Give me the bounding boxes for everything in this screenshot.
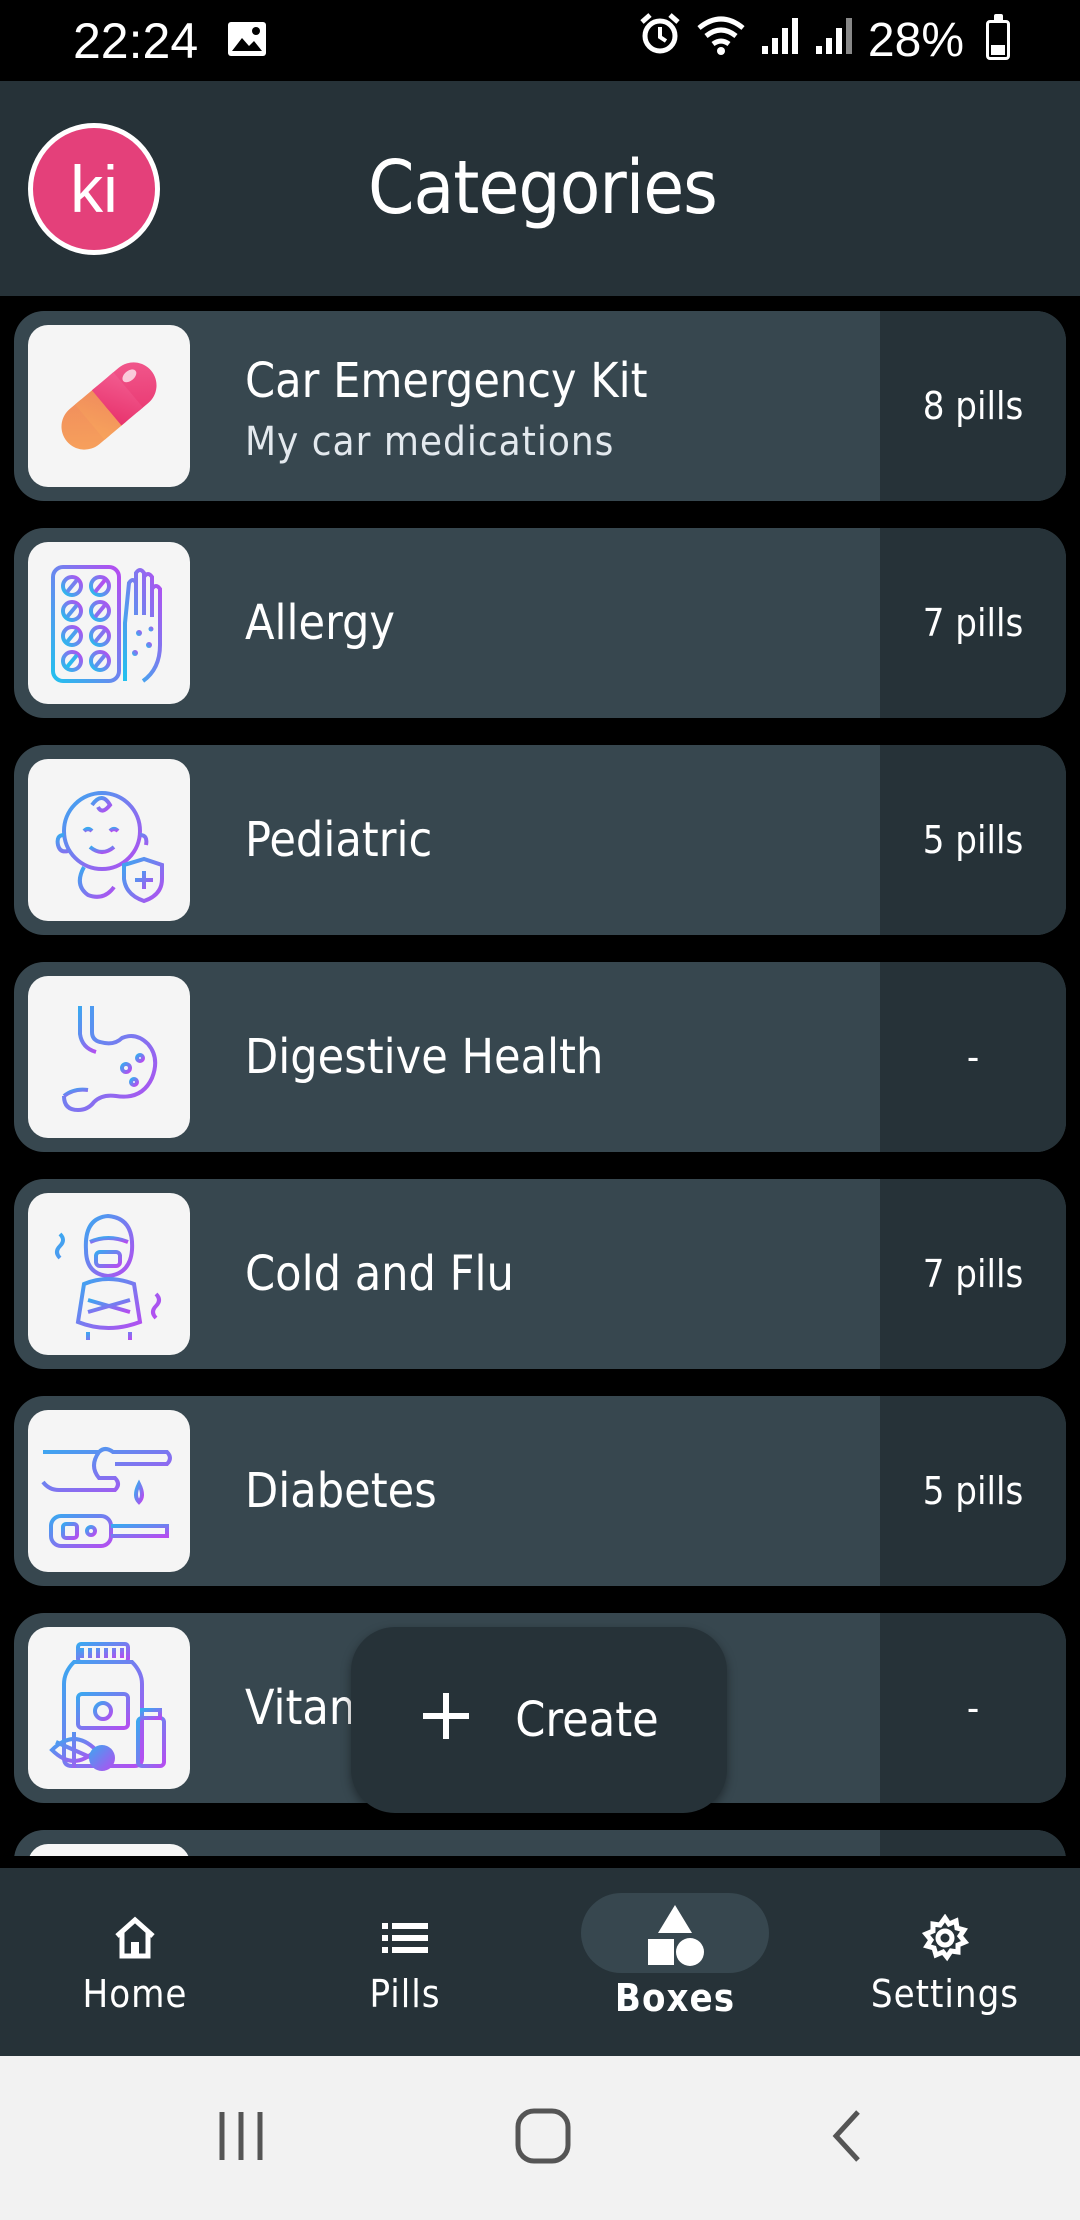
nav-label: Boxes bbox=[614, 1976, 736, 2020]
avatar[interactable]: ki bbox=[28, 123, 160, 255]
alarm-icon bbox=[638, 12, 682, 68]
list-icon bbox=[382, 1908, 428, 1968]
nav-boxes[interactable]: Boxes bbox=[580, 1868, 770, 2056]
nav-pills[interactable]: Pills bbox=[310, 1868, 500, 2056]
glucose-meter-icon bbox=[28, 1410, 190, 1572]
cold-person-icon bbox=[28, 1193, 190, 1355]
category-name: Pediatric bbox=[245, 812, 433, 868]
nav-label: Pills bbox=[369, 1972, 441, 2016]
category-count: 8 pills bbox=[880, 311, 1066, 501]
category-card-car-emergency-kit[interactable]: Car Emergency Kit My car medications 8 p… bbox=[14, 311, 1066, 501]
category-name: Cold and Flu bbox=[245, 1246, 514, 1302]
category-card-allergy[interactable]: Allergy 7 pills bbox=[14, 528, 1066, 718]
category-count: - bbox=[880, 962, 1066, 1152]
signal-icon-2 bbox=[814, 13, 854, 68]
nav-home[interactable]: Home bbox=[40, 1868, 230, 2056]
signal-icon-1 bbox=[760, 13, 800, 68]
category-name: Allergy bbox=[245, 595, 395, 651]
category-card-pediatric[interactable]: Pediatric 5 pills bbox=[14, 745, 1066, 935]
nav-label: Settings bbox=[870, 1972, 1020, 2016]
category-thumbnail bbox=[28, 1844, 190, 1856]
category-name: Diabetes bbox=[245, 1463, 437, 1519]
back-icon[interactable] bbox=[826, 2106, 866, 2170]
category-description: My car medications bbox=[245, 419, 615, 465]
bottom-nav: Home Pills Boxes Settings bbox=[0, 1868, 1080, 2056]
shapes-icon bbox=[640, 1898, 710, 1974]
nav-label: Home bbox=[82, 1972, 188, 2016]
stomach-icon bbox=[28, 976, 190, 1138]
recents-icon[interactable] bbox=[216, 2106, 266, 2170]
plus-icon bbox=[419, 1678, 473, 1756]
status-icons: 28% bbox=[638, 12, 1010, 68]
app-header: ki Categories bbox=[0, 81, 1080, 296]
allergy-icon bbox=[28, 542, 190, 704]
gear-icon bbox=[921, 1908, 969, 1968]
wifi-icon bbox=[696, 13, 746, 68]
category-name: Car Emergency Kit bbox=[245, 353, 648, 409]
category-list[interactable]: Car Emergency Kit My car medications 8 p… bbox=[0, 296, 1080, 1856]
create-label: Create bbox=[515, 1692, 659, 1748]
category-count: 7 pills bbox=[880, 528, 1066, 718]
category-card-digestive-health[interactable]: Digestive Health - bbox=[14, 962, 1066, 1152]
battery-percent: 28% bbox=[867, 13, 964, 67]
category-count: 5 pills bbox=[880, 1396, 1066, 1586]
category-card-cold-and-flu[interactable]: Cold and Flu 7 pills bbox=[14, 1179, 1066, 1369]
category-count: - bbox=[880, 1613, 1066, 1803]
nav-settings[interactable]: Settings bbox=[850, 1868, 1040, 2056]
status-bar: 22:24 28% bbox=[0, 0, 1080, 81]
page-title: Categories bbox=[368, 145, 718, 231]
create-button[interactable]: Create bbox=[351, 1627, 727, 1813]
vitamin-bottle-icon bbox=[28, 1627, 190, 1789]
home-icon bbox=[111, 1908, 159, 1968]
status-time: 22:24 bbox=[73, 13, 199, 69]
category-card-diabetes[interactable]: Diabetes 5 pills bbox=[14, 1396, 1066, 1586]
gallery-notification-icon bbox=[226, 20, 268, 62]
baby-icon bbox=[28, 759, 190, 921]
category-count bbox=[880, 1830, 1066, 1856]
category-name: Digestive Health bbox=[245, 1029, 604, 1085]
pill-capsule-icon bbox=[28, 325, 190, 487]
category-card-partial[interactable] bbox=[14, 1830, 1066, 1856]
category-count: 7 pills bbox=[880, 1179, 1066, 1369]
category-count: 5 pills bbox=[880, 745, 1066, 935]
system-nav-bar bbox=[0, 2056, 1080, 2220]
home-system-icon[interactable] bbox=[513, 2106, 573, 2170]
battery-icon bbox=[986, 14, 1010, 60]
